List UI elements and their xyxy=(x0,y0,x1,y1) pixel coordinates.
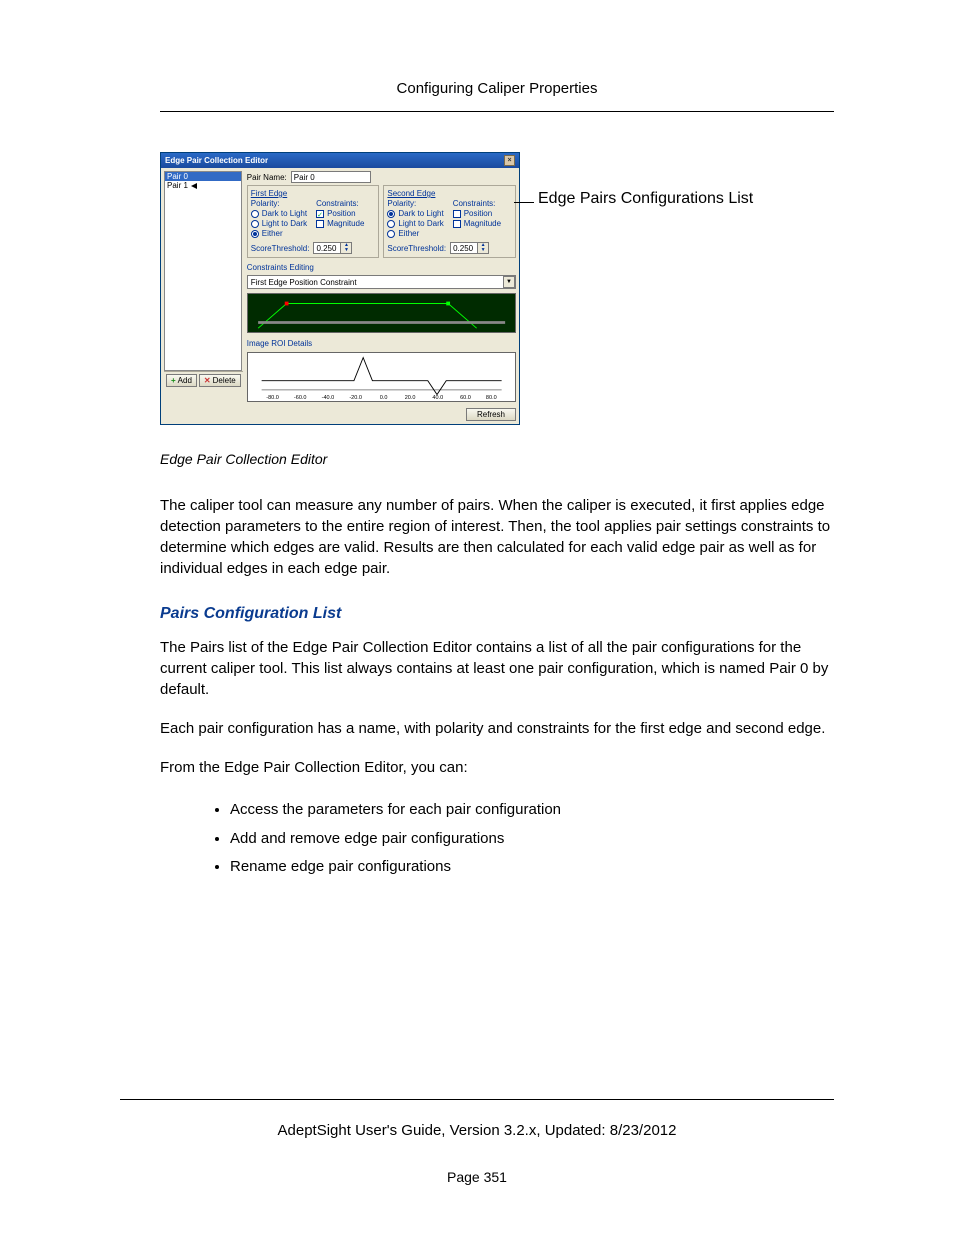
first-score-spinner[interactable]: ▲▼ xyxy=(313,242,352,254)
second-edge-title: Second Edge xyxy=(387,189,446,198)
svg-text:20.0: 20.0 xyxy=(404,395,415,401)
svg-text:80.0: 80.0 xyxy=(486,395,497,401)
second-edge-dark-to-light[interactable]: Dark to Light xyxy=(387,209,446,219)
dialog-titlebar: Edge Pair Collection Editor × xyxy=(161,153,519,168)
svg-text:-80.0: -80.0 xyxy=(266,395,279,401)
second-edge-position-check[interactable]: Position xyxy=(453,209,512,219)
second-edge-constraints-label: Constraints: xyxy=(453,199,512,208)
edge-pair-dialog: Edge Pair Collection Editor × Pair 0 Pai… xyxy=(160,152,520,425)
figure-caption: Edge Pair Collection Editor xyxy=(160,451,834,467)
svg-text:0.0: 0.0 xyxy=(380,395,388,401)
list-item: Rename edge pair configurations xyxy=(230,853,834,882)
arrow-left-icon xyxy=(191,183,197,189)
first-edge-group: First Edge Polarity: Dark to Light Light… xyxy=(247,185,380,258)
delete-button-label: Delete xyxy=(213,376,236,385)
svg-text:40.0: 40.0 xyxy=(432,395,443,401)
callout-label: Edge Pairs Configurations List xyxy=(538,190,753,208)
pair-list-label: Pair 1 xyxy=(167,181,188,190)
first-edge-polarity-label: Polarity: xyxy=(251,199,310,208)
pair-name-input[interactable] xyxy=(291,171,371,183)
body-paragraph: Each pair configuration has a name, with… xyxy=(160,718,834,739)
first-edge-either[interactable]: Either xyxy=(251,229,310,239)
add-button-label: Add xyxy=(178,376,192,385)
list-item: Add and remove edge pair configurations xyxy=(230,825,834,854)
constraint-graph xyxy=(247,293,516,333)
list-item: Access the parameters for each pair conf… xyxy=(230,796,834,825)
second-score-spinner[interactable]: ▲▼ xyxy=(450,242,489,254)
svg-text:-20.0: -20.0 xyxy=(349,395,362,401)
bullet-list: Access the parameters for each pair conf… xyxy=(160,796,834,882)
footer-rule xyxy=(120,1099,834,1100)
x-icon: ✕ xyxy=(204,376,211,385)
pair-list-item-selected[interactable]: Pair 0 xyxy=(165,172,241,181)
section-heading: Pairs Configuration List xyxy=(160,605,834,623)
first-edge-constraints-label: Constraints: xyxy=(316,199,375,208)
page-number: Page 351 xyxy=(120,1169,834,1185)
first-edge-light-to-dark[interactable]: Light to Dark xyxy=(251,219,310,229)
body-paragraph: The caliper tool can measure any number … xyxy=(160,495,834,579)
second-edge-either[interactable]: Either xyxy=(387,229,446,239)
first-edge-position-check[interactable]: Position xyxy=(316,209,375,219)
pair-list[interactable]: Pair 0 Pair 1 xyxy=(164,171,242,371)
pair-name-label: Pair Name: xyxy=(247,173,287,182)
refresh-button[interactable]: Refresh xyxy=(466,408,516,421)
body-paragraph: From the Edge Pair Collection Editor, yo… xyxy=(160,757,834,778)
plus-icon: + xyxy=(171,376,176,385)
page-header: Configuring Caliper Properties xyxy=(160,80,834,97)
delete-button[interactable]: ✕ Delete xyxy=(199,374,241,387)
first-edge-title: First Edge xyxy=(251,189,310,198)
second-edge-light-to-dark[interactable]: Light to Dark xyxy=(387,219,446,229)
dropdown-value: First Edge Position Constraint xyxy=(251,278,357,287)
chevron-down-icon: ▼ xyxy=(503,276,515,288)
second-edge-polarity-label: Polarity: xyxy=(387,199,446,208)
svg-text:-60.0: -60.0 xyxy=(294,395,307,401)
first-score-label: ScoreThreshold: xyxy=(251,244,310,253)
first-edge-dark-to-light[interactable]: Dark to Light xyxy=(251,209,310,219)
second-score-label: ScoreThreshold: xyxy=(387,244,446,253)
roi-label: Image ROI Details xyxy=(247,339,516,348)
dialog-title: Edge Pair Collection Editor xyxy=(165,156,268,165)
footer-text: AdeptSight User's Guide, Version 3.2.x, … xyxy=(120,1122,834,1139)
first-edge-magnitude-check[interactable]: Magnitude xyxy=(316,219,375,229)
close-icon[interactable]: × xyxy=(504,155,515,166)
constraints-editing-label: Constraints Editing xyxy=(247,263,516,272)
pair-list-item[interactable]: Pair 1 xyxy=(165,181,241,190)
svg-text:60.0: 60.0 xyxy=(460,395,471,401)
body-paragraph: The Pairs list of the Edge Pair Collecti… xyxy=(160,637,834,700)
second-edge-magnitude-check[interactable]: Magnitude xyxy=(453,219,512,229)
svg-text:-40.0: -40.0 xyxy=(321,395,334,401)
header-rule xyxy=(160,111,834,112)
constraints-dropdown[interactable]: First Edge Position Constraint ▼ xyxy=(247,275,516,289)
add-button[interactable]: + Add xyxy=(166,374,197,387)
second-edge-group: Second Edge Polarity: Dark to Light Ligh… xyxy=(383,185,516,258)
roi-graph: -80.0 -60.0 -40.0 -20.0 0.0 20.0 40.0 60… xyxy=(247,352,516,402)
